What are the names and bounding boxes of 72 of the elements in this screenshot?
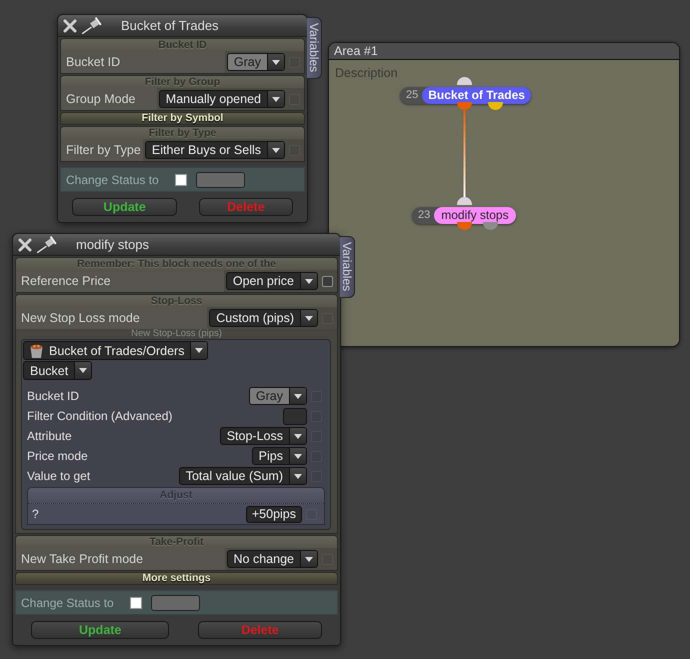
port-icon[interactable] bbox=[457, 222, 472, 230]
caret-icon bbox=[294, 454, 302, 458]
field-label: ? bbox=[32, 507, 39, 521]
field-label: New Take Profit mode bbox=[16, 548, 225, 570]
area-title-bar: Area #1 bbox=[329, 43, 679, 60]
field-label: Change Status to bbox=[21, 596, 114, 610]
mode-dropdown[interactable]: Bucket bbox=[23, 361, 92, 380]
status-input-field[interactable] bbox=[150, 594, 200, 610]
pushpin-icon[interactable] bbox=[37, 236, 59, 253]
field-label: Bucket ID bbox=[27, 389, 80, 403]
value-field[interactable]: +50pips bbox=[246, 506, 302, 522]
caret-icon bbox=[294, 474, 302, 478]
port-icon[interactable] bbox=[457, 197, 472, 205]
update-button[interactable]: Update bbox=[72, 198, 177, 216]
field-label: Filter Condition (Advanced) bbox=[27, 409, 172, 423]
node-number: 23 bbox=[417, 208, 432, 223]
window-title: modify stops bbox=[76, 237, 149, 252]
collapsed-section-header[interactable]: Filter by Symbol bbox=[60, 112, 305, 125]
caret-icon bbox=[272, 96, 280, 102]
port-icon[interactable] bbox=[483, 222, 498, 230]
node-label: Bucket of Trades bbox=[422, 86, 531, 104]
select-dropdown[interactable]: Stop-Loss bbox=[220, 427, 307, 445]
field-note: New Stop-Loss (pips) bbox=[130, 329, 223, 339]
status-input-field[interactable] bbox=[196, 172, 245, 188]
condition-field[interactable] bbox=[283, 408, 307, 424]
update-button[interactable]: Update bbox=[31, 621, 170, 639]
select-dropdown[interactable]: Total value (Sum) bbox=[178, 467, 307, 485]
field-label: Bucket ID bbox=[61, 51, 225, 73]
field-label: Price mode bbox=[27, 449, 88, 463]
select-dropdown[interactable]: Gray bbox=[248, 387, 307, 405]
caret-icon bbox=[305, 556, 313, 562]
caret-icon bbox=[79, 368, 88, 373]
caret-icon bbox=[294, 394, 302, 398]
select-dropdown[interactable]: Pips bbox=[252, 447, 307, 465]
bucket-icon bbox=[30, 343, 43, 358]
port-icon[interactable] bbox=[457, 77, 472, 85]
field-label: Change Status to bbox=[66, 172, 159, 186]
close-icon[interactable] bbox=[63, 18, 77, 32]
select-dropdown[interactable]: Custom (pips) bbox=[209, 309, 318, 327]
row-checkbox[interactable] bbox=[322, 276, 333, 286]
status-checkbox[interactable] bbox=[174, 174, 187, 186]
caret-icon bbox=[272, 148, 280, 152]
pushpin-icon[interactable] bbox=[82, 17, 104, 34]
caret-icon bbox=[195, 348, 204, 353]
caret-icon bbox=[305, 316, 313, 320]
source-dropdown[interactable]: Bucket of Trades/Orders bbox=[23, 341, 208, 360]
field-label: Attribute bbox=[27, 429, 72, 443]
select-dropdown[interactable]: Gray bbox=[226, 53, 285, 71]
node-label: modify stops bbox=[434, 206, 516, 224]
port-icon[interactable] bbox=[457, 102, 472, 110]
caret-icon bbox=[272, 60, 280, 64]
window-title: Bucket of Trades bbox=[121, 18, 219, 33]
port-icon[interactable] bbox=[488, 102, 503, 110]
field-label: Reference Price bbox=[16, 270, 224, 292]
caret-icon bbox=[294, 434, 302, 438]
flow-node[interactable]: 25 Bucket of Trades bbox=[400, 86, 531, 104]
status-checkbox[interactable] bbox=[130, 596, 142, 608]
select-dropdown[interactable]: Either Buys or Sells bbox=[144, 141, 285, 159]
caret-icon bbox=[305, 278, 313, 284]
select-dropdown[interactable]: Manually opened bbox=[158, 90, 285, 108]
field-label: Filter by Type bbox=[61, 139, 143, 161]
variables-tab[interactable]: Variables bbox=[340, 236, 355, 298]
field-label: New Stop Loss mode bbox=[16, 307, 208, 329]
collapsed-section-header[interactable]: More settings bbox=[15, 572, 338, 585]
field-label: Group Mode bbox=[61, 88, 157, 110]
close-icon[interactable] bbox=[18, 238, 32, 252]
select-dropdown[interactable]: No change bbox=[226, 550, 318, 568]
select-dropdown[interactable]: Open price bbox=[226, 272, 318, 290]
flow-node[interactable]: 23 modify stops bbox=[412, 206, 516, 224]
field-label: Value to get bbox=[27, 469, 90, 483]
variables-tab[interactable]: Variables bbox=[307, 17, 322, 80]
node-number: 25 bbox=[405, 88, 420, 103]
